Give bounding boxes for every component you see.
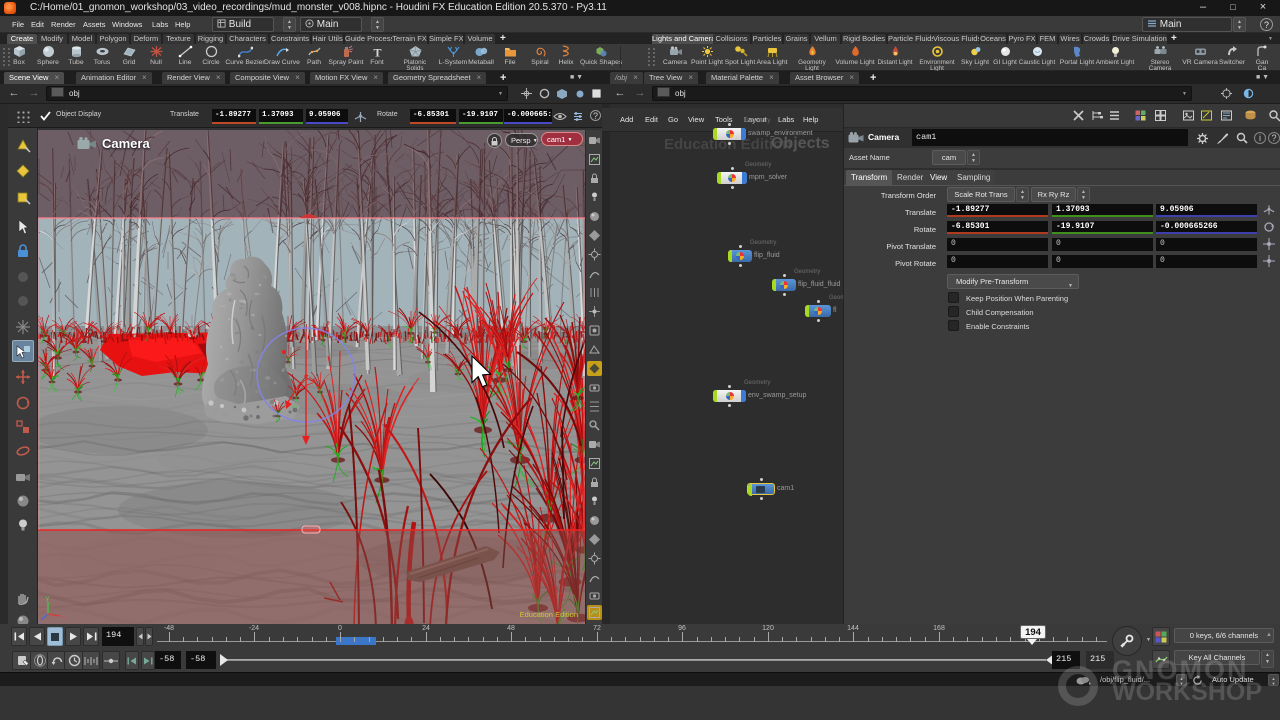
svg-text:T: T: [373, 46, 381, 59]
svg-text:y: y: [46, 596, 49, 602]
svg-text:Education Edition: Education Edition: [520, 610, 578, 619]
svg-text:x: x: [62, 615, 65, 621]
